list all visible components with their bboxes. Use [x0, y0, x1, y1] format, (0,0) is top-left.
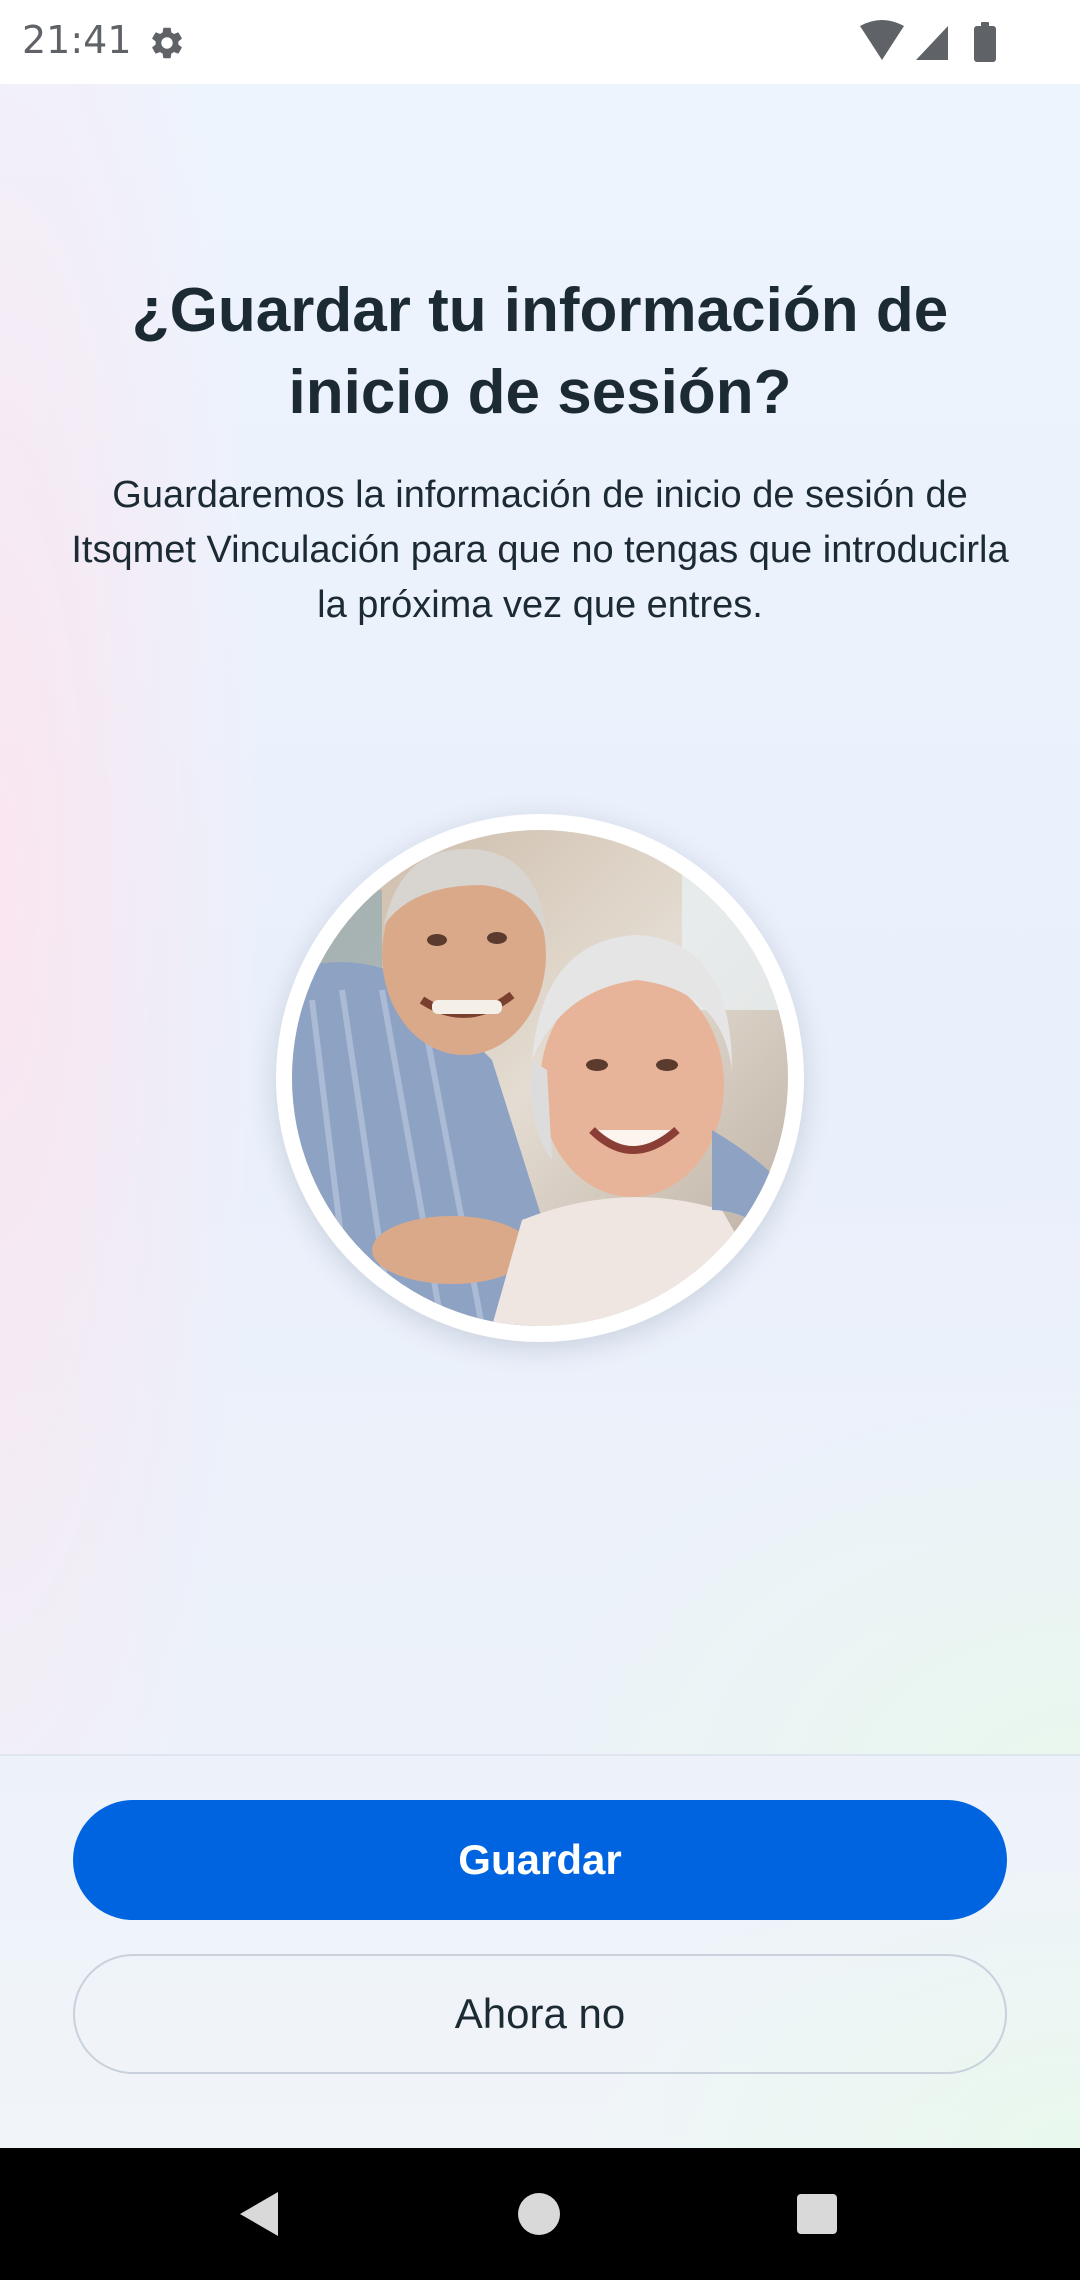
page-title: ¿Guardar tu información de inicio de ses…	[131, 276, 949, 427]
wifi-icon	[860, 20, 904, 60]
back-icon[interactable]	[236, 2188, 282, 2240]
action-footer: Guardar Ahora no	[0, 1754, 1080, 2150]
save-login-dialog: ¿Guardar tu información de inicio de ses…	[0, 84, 1080, 1754]
profile-photo	[292, 830, 788, 1326]
save-button[interactable]: Guardar	[73, 1800, 1007, 1920]
gear-icon	[152, 27, 182, 59]
home-icon[interactable]	[518, 2193, 560, 2235]
not-now-button[interactable]: Ahora no	[73, 1954, 1007, 2074]
status-bar: 21:41	[0, 0, 1080, 84]
screen: 21:41 ¿Guardar tu información de inicio …	[0, 0, 1080, 2280]
recent-apps-icon[interactable]	[797, 2194, 837, 2234]
cellular-signal-icon	[916, 26, 948, 60]
navigation-bar	[0, 2148, 1080, 2280]
dialog-description: Guardaremos la información de inicio de …	[71, 474, 1009, 626]
profile-avatar-ring	[276, 814, 804, 1342]
status-icons	[860, 20, 996, 62]
profile-avatar	[292, 830, 788, 1326]
status-time: 21:41	[22, 18, 132, 62]
battery-icon	[974, 22, 996, 62]
